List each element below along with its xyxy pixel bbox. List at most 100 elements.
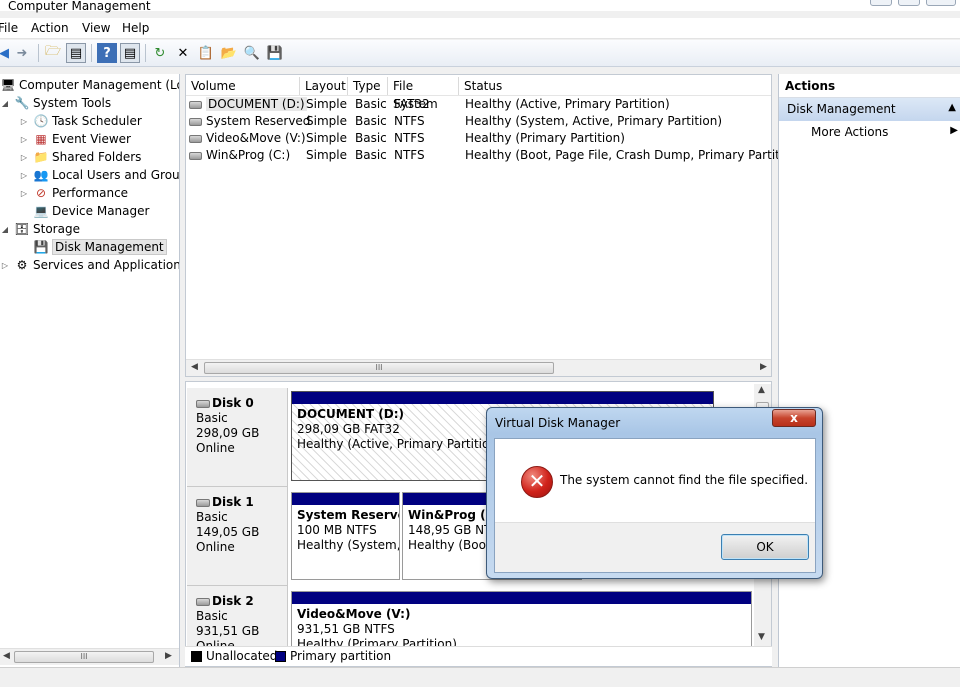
status-bar: [0, 667, 960, 687]
menu-view[interactable]: View: [82, 21, 110, 35]
scroll-right-icon[interactable]: ▶: [760, 362, 767, 372]
scroll-thumb[interactable]: III: [204, 362, 554, 374]
computer-management-icon: 🖥: [0, 78, 16, 92]
collapse-section-icon[interactable]: ▲: [948, 102, 956, 113]
disk-icon: [196, 399, 210, 408]
menu-bar: File Action View Help: [0, 18, 960, 39]
scroll-left-icon[interactable]: ◀: [3, 651, 10, 661]
partition-video-move[interactable]: Video&Move (V:) 931,51 GB NTFS Healthy (…: [291, 591, 752, 651]
scroll-right-icon[interactable]: ▶: [165, 651, 172, 661]
table-row[interactable]: System Reserved Simple Basic NTFS Health…: [186, 113, 771, 130]
refresh-icon[interactable]: ↻: [150, 43, 170, 63]
partition-system-reserved[interactable]: System Reserved 100 MB NTFS Healthy (Sys…: [291, 492, 400, 580]
tree-item-task-scheduler[interactable]: ▷ 🕓 Task Scheduler: [19, 112, 142, 130]
expand-icon[interactable]: ▷: [19, 135, 29, 144]
tree-item-performance[interactable]: ▷ ⊘ Performance: [19, 184, 128, 202]
close-window-button[interactable]: [926, 0, 956, 6]
table-row[interactable]: Win&Prog (C:) Simple Basic NTFS Healthy …: [186, 147, 803, 164]
primary-partition-bar: [292, 493, 399, 505]
tools-icon: 🔧: [14, 96, 30, 110]
disk-0-header[interactable]: Disk 0 Basic 298,09 GB Online: [187, 388, 288, 487]
tree-item-services[interactable]: ▷ ⚙ Services and Applications: [0, 256, 179, 274]
dialog-title: Virtual Disk Manager: [495, 416, 621, 430]
shared-folder-icon: 📁: [33, 150, 49, 164]
search-icon[interactable]: 🔍: [242, 43, 262, 63]
device-manager-icon: 💻: [33, 204, 49, 218]
menu-help[interactable]: Help: [122, 21, 149, 35]
scroll-down-icon[interactable]: ▼: [758, 632, 765, 642]
expand-icon[interactable]: ▷: [19, 171, 29, 180]
disk-1-header[interactable]: Disk 1 Basic 149,05 GB Online: [187, 487, 288, 586]
scroll-up-icon[interactable]: ▲: [758, 385, 765, 395]
help-icon[interactable]: ?: [97, 43, 117, 63]
show-hide-action-pane-icon[interactable]: ▤: [120, 43, 140, 63]
dialog-close-button[interactable]: x: [772, 409, 816, 427]
navigation-tree: 🖥 Computer Management (Local ◢ 🔧 System …: [0, 74, 180, 667]
scroll-thumb[interactable]: III: [14, 651, 154, 663]
actions-header: Actions: [779, 74, 960, 98]
expand-icon[interactable]: ▷: [0, 261, 10, 270]
table-row[interactable]: DOCUMENT (D:) Simple Basic FAT32 Healthy…: [186, 96, 771, 113]
column-header-type[interactable]: Type: [348, 77, 388, 95]
clock-icon: 🕓: [33, 114, 49, 128]
volume-list: Volume Layout Type File System Status DO…: [185, 74, 803, 377]
expand-icon[interactable]: ▷: [19, 189, 29, 198]
dialog-body: ✕ The system cannot find the file specif…: [494, 438, 816, 573]
tree-item-device-manager[interactable]: 💻 Device Manager: [33, 202, 150, 220]
table-row[interactable]: Video&Move (V:) Simple Basic NTFS Health…: [186, 130, 771, 147]
column-header-volume[interactable]: Volume: [186, 77, 300, 95]
toolbar: ◀ ➜ 🗁 ▤ ? ▤ ↻ ✕ 📋 📂 🔍 💾: [0, 40, 960, 67]
column-header-status[interactable]: Status: [459, 77, 771, 95]
services-icon: ⚙: [16, 258, 28, 272]
maximize-button[interactable]: [898, 0, 920, 6]
legend: Unallocated Primary partition: [185, 646, 772, 666]
scroll-left-icon[interactable]: ◀: [191, 362, 198, 372]
ok-button[interactable]: OK: [721, 534, 809, 560]
tree-root[interactable]: 🖥 Computer Management (Local: [0, 76, 179, 94]
tree-item-system-tools[interactable]: ◢ 🔧 System Tools: [0, 94, 111, 112]
tree-item-event-viewer[interactable]: ▷ ▦ Event Viewer: [19, 130, 131, 148]
title-bar: Computer Management: [0, 0, 960, 13]
collapse-icon[interactable]: ◢: [0, 99, 10, 108]
minimize-button[interactable]: [870, 0, 892, 6]
users-icon: 👥: [33, 168, 49, 182]
disk-properties-icon[interactable]: 💾: [265, 43, 285, 63]
volume-list-horizontal-scrollbar[interactable]: ◀ III ▶: [186, 359, 771, 376]
tree-item-shared-folders[interactable]: ▷ 📁 Shared Folders: [19, 148, 141, 166]
primary-partition-bar: [292, 392, 713, 404]
actions-section-disk-management[interactable]: Disk Management ▲: [779, 98, 960, 121]
legend-swatch-primary: [275, 651, 286, 662]
column-header-file-system[interactable]: File System: [388, 77, 459, 111]
disk-management-icon: 💾: [33, 240, 49, 254]
expand-icon[interactable]: ▷: [19, 117, 29, 126]
tree-item-local-users[interactable]: ▷ 👥 Local Users and Groups: [19, 166, 179, 184]
dialog-button-bar: OK: [495, 522, 815, 572]
properties-icon[interactable]: 📋: [196, 43, 216, 63]
delete-icon[interactable]: ✕: [173, 43, 193, 63]
performance-icon: ⊘: [35, 186, 47, 200]
collapse-icon[interactable]: ◢: [0, 225, 10, 234]
menu-action[interactable]: Action: [31, 21, 69, 35]
volume-icon: [189, 101, 202, 109]
show-hide-tree-icon[interactable]: ▤: [66, 43, 86, 63]
disk-icon: [196, 597, 210, 606]
menu-file[interactable]: File: [0, 21, 18, 35]
event-viewer-icon: ▦: [35, 132, 47, 146]
more-actions-item[interactable]: More Actions ▶: [779, 121, 960, 143]
primary-partition-bar: [292, 592, 751, 604]
tree-item-disk-management[interactable]: 💾 Disk Management: [33, 238, 167, 256]
legend-primary-partition: Primary partition: [290, 649, 392, 663]
open-folder-icon[interactable]: 📂: [219, 43, 239, 63]
tree-horizontal-scrollbar[interactable]: ◀ III ▶: [0, 648, 179, 665]
window-title: Computer Management: [8, 0, 151, 13]
column-header-layout[interactable]: Layout: [300, 77, 348, 95]
forward-icon[interactable]: ➜: [12, 43, 32, 63]
storage-icon: 🗄: [14, 222, 30, 236]
volume-icon: [189, 135, 202, 143]
up-folder-icon[interactable]: 🗁: [43, 43, 63, 63]
expand-icon[interactable]: ▷: [19, 153, 29, 162]
dialog-message: The system cannot find the file specifie…: [560, 473, 809, 487]
disk-icon: [196, 498, 210, 507]
tree-item-storage[interactable]: ◢ 🗄 Storage: [0, 220, 80, 238]
submenu-arrow-icon: ▶: [950, 125, 958, 136]
